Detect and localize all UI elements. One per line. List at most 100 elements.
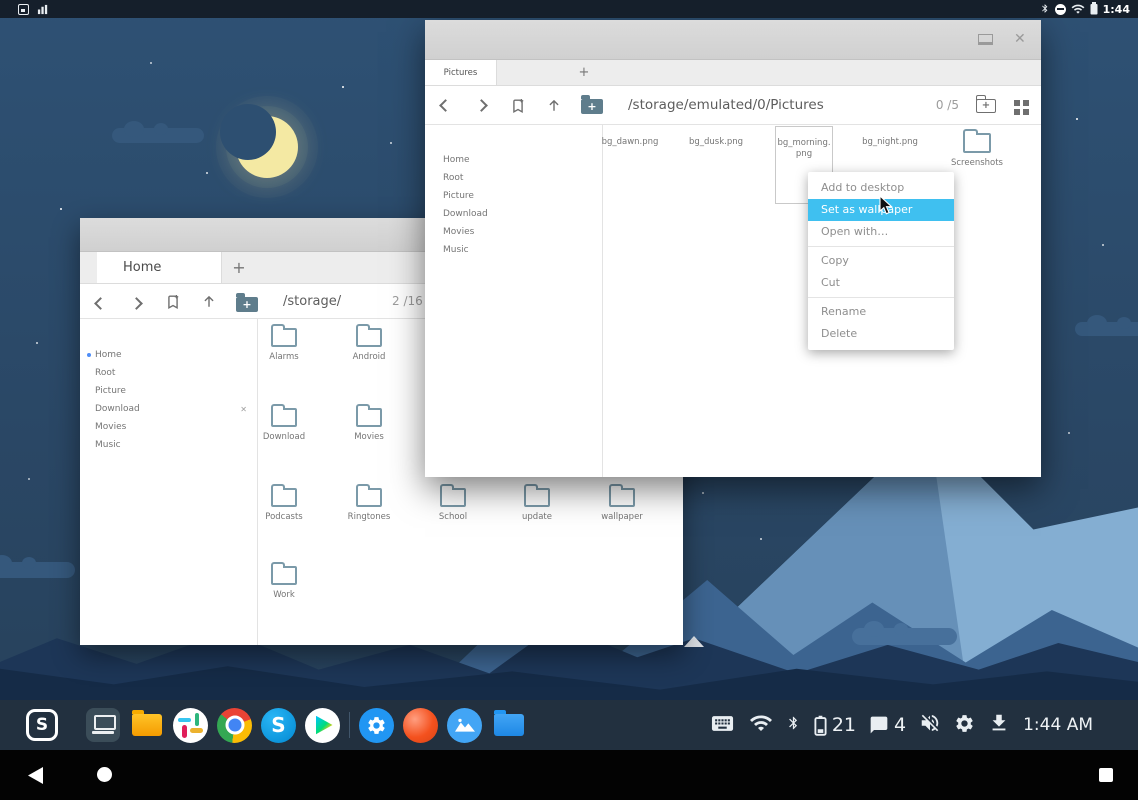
tab-pictures[interactable]: Pictures [425, 60, 497, 85]
settings-button[interactable] [954, 713, 975, 738]
folder-item[interactable]: Work [256, 566, 312, 601]
status-bar: 1:44 [0, 0, 1138, 18]
new-tab-button[interactable]: + [575, 60, 593, 85]
clock[interactable]: 1:44 AM [1023, 715, 1093, 735]
recents-button[interactable] [1099, 768, 1113, 782]
blue-folder-icon [494, 714, 524, 736]
menu-divider [808, 246, 954, 247]
tab-bar: Pictures + [425, 60, 1041, 86]
skype-app-icon[interactable]: S [261, 708, 296, 743]
new-folder-button[interactable] [236, 297, 258, 312]
path-display[interactable]: /storage/emulated/0/Pictures [628, 86, 824, 125]
sidebar-item-download[interactable]: Download ✕ [80, 400, 257, 418]
remove-bookmark-icon[interactable]: ✕ [240, 405, 247, 414]
folder-item[interactable]: Alarms [256, 328, 312, 363]
sidebar-item-picture[interactable]: Picture [425, 187, 602, 205]
folder-item[interactable]: Android [341, 328, 397, 363]
file-item[interactable]: Screenshots [948, 128, 1006, 169]
sidebar-item-picture[interactable]: Picture [80, 382, 257, 400]
path-display[interactable]: /storage/ [283, 284, 341, 319]
folder-item[interactable]: wallpaper [594, 488, 650, 523]
notifications-status[interactable]: 4 [869, 714, 906, 736]
home-button[interactable] [97, 767, 112, 782]
status-notifications [18, 0, 48, 18]
status-indicators: 1:44 [1040, 0, 1130, 18]
folder-label: Ringtones [341, 512, 397, 523]
wifi-status-icon[interactable] [749, 713, 773, 737]
chart-notification-icon [37, 0, 48, 19]
play-store-app-icon[interactable] [305, 708, 340, 743]
keyboard-button[interactable] [709, 714, 736, 737]
tab-home[interactable]: Home [97, 252, 222, 283]
menu-item-rename[interactable]: Rename [808, 301, 954, 323]
files-app-icon[interactable] [129, 708, 164, 743]
battery-status[interactable]: 21 [814, 714, 856, 736]
sidebar-item-home[interactable]: Home [425, 151, 602, 169]
updates-button[interactable] [988, 712, 1010, 738]
volume-button[interactable] [919, 712, 941, 738]
forward-button[interactable] [475, 99, 488, 112]
folder-label: School [425, 512, 481, 523]
folder-item[interactable]: Download [256, 408, 312, 443]
mouse-cursor [879, 195, 894, 220]
restore-icon[interactable] [978, 34, 993, 45]
bluetooth-status-icon[interactable] [786, 713, 801, 737]
back-button[interactable] [28, 767, 43, 784]
window-titlebar[interactable]: ✕ [425, 20, 1041, 60]
sidebar-item-home[interactable]: Home [80, 346, 257, 364]
file-item[interactable]: bg_dusk.png [687, 132, 745, 148]
folder-icon [271, 328, 297, 347]
close-icon[interactable]: ✕ [1014, 32, 1026, 46]
cloud [1075, 322, 1138, 336]
up-button[interactable] [547, 98, 561, 117]
folder-label: Podcasts [256, 512, 312, 523]
wifi-icon [1071, 0, 1085, 19]
folder-item[interactable]: School [425, 488, 481, 523]
new-folder-outline-button[interactable] [976, 99, 996, 113]
folder-icon [609, 488, 635, 507]
folder-item[interactable]: Movies [341, 408, 397, 443]
back-button[interactable] [94, 297, 107, 310]
folder-label: wallpaper [594, 512, 650, 523]
sidebar-item-movies[interactable]: Movies [425, 223, 602, 241]
new-folder-button[interactable] [581, 99, 603, 114]
folder-item[interactable]: update [509, 488, 565, 523]
menu-item-open-with[interactable]: Open with… [808, 221, 954, 243]
sidebar-item-root[interactable]: Root [80, 364, 257, 382]
app-launcher-button[interactable]: S [26, 709, 58, 741]
menu-item-delete[interactable]: Delete [808, 323, 954, 345]
sidebar-item-music[interactable]: Music [80, 436, 257, 454]
red-app-icon[interactable] [403, 708, 438, 743]
sidebar-item-download[interactable]: Download [425, 205, 602, 223]
sidebar-item-movies[interactable]: Movies [80, 418, 257, 436]
sidebar-label: Music [443, 245, 469, 255]
folder-item[interactable]: Ringtones [341, 488, 397, 523]
sidebar-item-music[interactable]: Music [425, 241, 602, 259]
folder-icon [356, 328, 382, 347]
file-item[interactable]: bg_dawn.png [601, 132, 659, 148]
sidebar-label: Home [95, 350, 122, 360]
bookmark-add-button[interactable] [166, 294, 180, 314]
taskbar-apps: S S [26, 700, 526, 750]
file-manager-app-icon[interactable] [491, 708, 526, 743]
launcher-logo: S [36, 715, 48, 735]
back-button[interactable] [439, 99, 452, 112]
grid-view-button[interactable] [1014, 100, 1029, 115]
up-button[interactable] [202, 294, 216, 313]
forward-button[interactable] [130, 297, 143, 310]
new-tab-button[interactable]: + [230, 252, 248, 283]
terminal-app-icon[interactable] [86, 708, 120, 742]
sidebar-item-root[interactable]: Root [425, 169, 602, 187]
file-item[interactable]: bg_night.png [861, 132, 919, 148]
bookmark-add-button[interactable] [511, 98, 525, 118]
slack-app-icon[interactable] [173, 708, 208, 743]
folder-icon [440, 488, 466, 507]
menu-item-copy[interactable]: Copy [808, 250, 954, 272]
chrome-app-icon[interactable] [217, 708, 252, 743]
file-label: bg_morning.png [776, 138, 832, 159]
file-label: bg_night.png [861, 137, 919, 148]
gallery-app-icon[interactable] [447, 708, 482, 743]
menu-item-cut[interactable]: Cut [808, 272, 954, 294]
settings-app-icon[interactable] [359, 708, 394, 743]
folder-item[interactable]: Podcasts [256, 488, 312, 523]
